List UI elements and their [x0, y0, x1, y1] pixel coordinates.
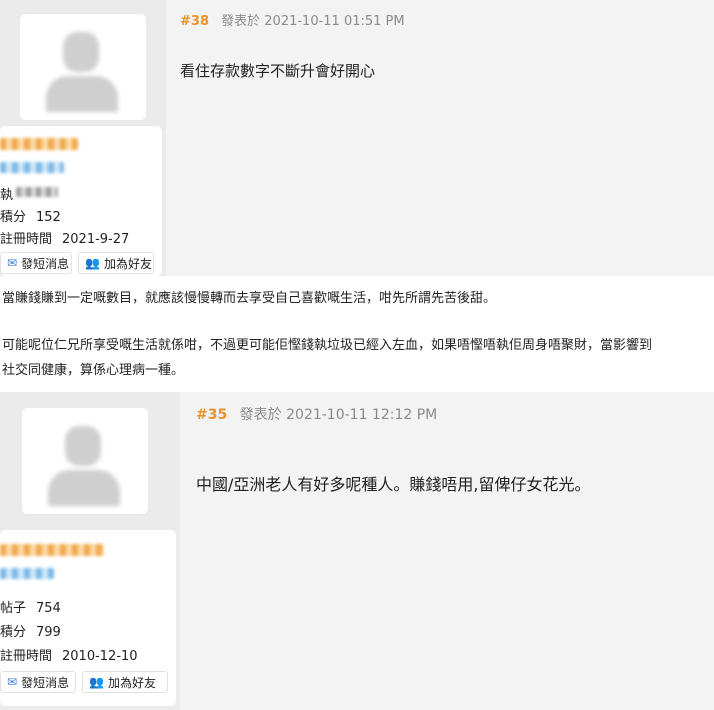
- avatar[interactable]: [22, 408, 148, 514]
- stat-label: 執: [0, 188, 14, 203]
- avatar[interactable]: [20, 14, 146, 120]
- add-friend-label: 加為好友: [107, 675, 156, 690]
- post-content: 看住存款數字不斷升會好開心: [180, 62, 376, 80]
- post-number[interactable]: #38: [180, 14, 209, 29]
- send-message-button[interactable]: ✉ 發短消息: [0, 252, 72, 274]
- stat-label: 帖子: [0, 601, 27, 616]
- avatar-head-shape: [63, 32, 99, 72]
- avatar-shoulders-shape: [46, 76, 118, 112]
- stat-value: 754: [36, 601, 61, 616]
- stat-value: 2021-9-27: [62, 232, 130, 247]
- user-stat-register-date: 註冊時間 2021-9-27: [0, 228, 129, 247]
- posted-label: 發表於: [221, 14, 261, 29]
- avatar-shoulders-shape: [48, 470, 120, 506]
- user-stat-points: 積分 152: [0, 206, 61, 225]
- user-stat-register-date: 註冊時間 2010-12-10: [0, 645, 138, 664]
- user-stat-points: 積分 799: [0, 621, 61, 640]
- body-text-line-3: 社交同健康，算係心理病一種。: [2, 363, 185, 378]
- add-friend-button[interactable]: 👥 加為好友: [82, 671, 168, 693]
- send-message-label: 發短消息: [21, 675, 70, 690]
- stat-label: 積分: [0, 625, 27, 640]
- stat-value: 799: [36, 625, 61, 640]
- mail-icon: ✉: [7, 256, 18, 270]
- avatar-head-shape: [65, 426, 101, 466]
- post-header: #38 發表於 2021-10-11 01:51 PM: [180, 10, 405, 29]
- stat-label: 註冊時間: [0, 232, 53, 247]
- username-redacted[interactable]: [0, 138, 78, 150]
- username-redacted[interactable]: [0, 544, 104, 556]
- user-stat-posts: 帖子 754: [0, 597, 61, 616]
- stat-label: 註冊時間: [0, 649, 53, 664]
- stat-value: 2010-12-10: [62, 649, 138, 664]
- stat-value: 152: [36, 210, 61, 225]
- mail-icon: ✉: [7, 675, 18, 689]
- post-number[interactable]: #35: [196, 407, 227, 423]
- posted-label: 發表於: [239, 407, 282, 423]
- post-content: 中國/亞洲老人有好多呢種人。賺錢唔用,留俾仔女花光。: [196, 475, 591, 494]
- add-friend-button[interactable]: 👥 加為好友: [78, 252, 154, 274]
- user-group-redacted: [0, 162, 64, 173]
- user-stat-partial: 執: [0, 184, 13, 203]
- post-timestamp: 2021-10-11 01:51 PM: [264, 14, 405, 29]
- add-friend-icon: 👥: [89, 675, 104, 689]
- send-message-button[interactable]: ✉ 發短消息: [0, 671, 76, 693]
- body-text-line-2: 可能呢位仁兄所享受嘅生活就係咁，不過更可能佢慳錢執垃圾已經入左血，如果唔慳唔執佢…: [2, 338, 653, 353]
- add-friend-icon: 👥: [85, 256, 100, 270]
- user-group-redacted: [0, 568, 54, 579]
- body-text-line-1: 當賺錢賺到一定嘅數目，就應該慢慢轉而去享受自己喜歡嘅生活，咁先所謂先苦後甜。: [2, 291, 497, 306]
- add-friend-label: 加為好友: [103, 256, 152, 271]
- stat-label: 積分: [0, 210, 27, 225]
- send-message-label: 發短消息: [21, 256, 70, 271]
- post-header: #35 發表於 2021-10-11 12:12 PM: [196, 404, 437, 424]
- redacted-value: [16, 187, 58, 197]
- post-timestamp: 2021-10-11 12:12 PM: [286, 407, 438, 423]
